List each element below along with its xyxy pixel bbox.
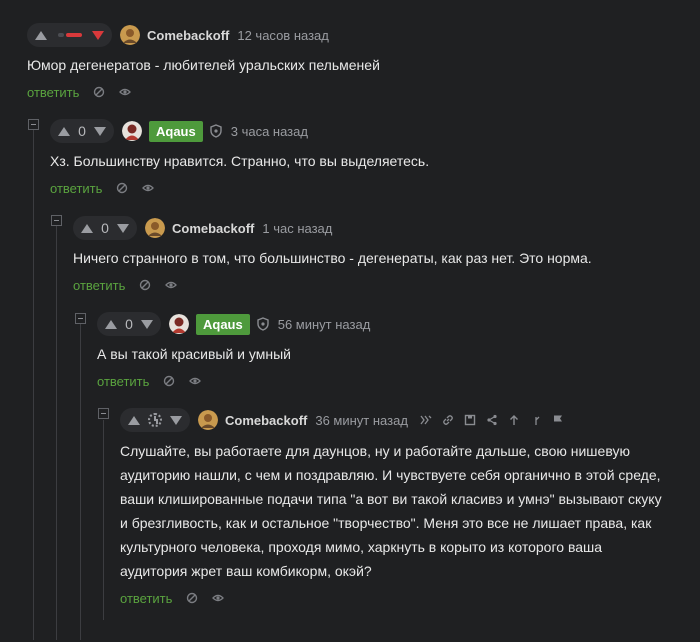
- comment-toolbar: [420, 414, 564, 426]
- timestamp[interactable]: 3 часа назад: [231, 124, 308, 139]
- comment-text: А вы такой красивый и умный: [97, 346, 291, 362]
- upvote-button[interactable]: [80, 221, 94, 235]
- collapse-button[interactable]: [98, 408, 109, 419]
- thread-line: [56, 226, 57, 640]
- report-flag-icon[interactable]: [552, 414, 564, 426]
- avatar[interactable]: [198, 410, 218, 430]
- reply-link[interactable]: ответить: [97, 374, 149, 389]
- upvote-button[interactable]: [57, 124, 71, 138]
- downvote-button[interactable]: [91, 28, 105, 42]
- collapse-button[interactable]: [75, 313, 86, 324]
- avatar[interactable]: [120, 25, 140, 45]
- author-name[interactable]: Aqaus: [149, 120, 203, 142]
- collapse-button[interactable]: [51, 215, 62, 226]
- upvote-button[interactable]: [34, 28, 48, 42]
- shield-icon: [209, 124, 223, 138]
- comment: 0 Aqaus 3 часа назад Хз. Большинству нра…: [50, 117, 690, 198]
- timestamp[interactable]: 56 минут назад: [278, 317, 371, 332]
- upvote-button[interactable]: [127, 413, 141, 427]
- downvote-button[interactable]: [140, 317, 154, 331]
- avatar[interactable]: [122, 121, 142, 141]
- shield-icon: [256, 317, 270, 331]
- hide-icon[interactable]: [116, 182, 128, 194]
- reply-link[interactable]: ответить: [73, 278, 125, 293]
- comment-text-line: культурного человека, проходя мимо, харк…: [120, 539, 603, 555]
- rating-control: [120, 408, 190, 432]
- avatar[interactable]: [169, 314, 189, 334]
- comment: Comebackoff 12 часов назад Юмор дегенера…: [27, 21, 687, 102]
- comment: 0 Comebackoff 1 час назад Ничего странно…: [73, 214, 688, 295]
- score: 0: [125, 316, 133, 332]
- score: 0: [101, 220, 109, 236]
- hide-icon[interactable]: [93, 86, 105, 98]
- hide-icon[interactable]: [186, 592, 198, 604]
- rating-control: 0: [73, 216, 137, 240]
- eye-icon[interactable]: [119, 86, 132, 98]
- branch-icon[interactable]: [530, 414, 542, 426]
- collapse-tree-icon[interactable]: [420, 414, 432, 426]
- rating-control: [27, 23, 112, 47]
- comment: Comebackoff 36 минут назад Слушайте, вы …: [120, 406, 695, 608]
- comment: 0 Aqaus 56 минут назад А вы такой красив…: [97, 310, 687, 391]
- author-name[interactable]: Comebackoff: [147, 28, 229, 43]
- timestamp[interactable]: 12 часов назад: [237, 28, 329, 43]
- thread-line: [33, 130, 34, 640]
- thread-line: [103, 420, 104, 620]
- clock-icon: [148, 413, 162, 427]
- comment-text: Слушайте, вы работаете для даунцов, ну и…: [120, 439, 695, 583]
- comment-text: Юмор дегенератов - любителей уральских п…: [27, 57, 380, 73]
- avatar[interactable]: [145, 218, 165, 238]
- rating-control: 0: [50, 119, 114, 143]
- downvote-button[interactable]: [169, 413, 183, 427]
- collapse-button[interactable]: [28, 119, 39, 130]
- share-icon[interactable]: [486, 414, 498, 426]
- comment-text-line: Слушайте, вы работаете для даунцов, ну и…: [120, 443, 630, 459]
- upvote-button[interactable]: [104, 317, 118, 331]
- comment-text-line: ваши клишированные подачи типа "а вот ви…: [120, 491, 662, 507]
- timestamp[interactable]: 1 час назад: [262, 221, 332, 236]
- reply-link[interactable]: ответить: [120, 591, 172, 606]
- eye-icon[interactable]: [212, 592, 225, 604]
- comment-text-line: аудитория жрет ваш комбикорм, окэй?: [120, 563, 372, 579]
- hide-icon[interactable]: [139, 279, 151, 291]
- downvote-button[interactable]: [116, 221, 130, 235]
- eye-icon[interactable]: [142, 182, 155, 194]
- comment-text-line: аудиторию нашли, с чем и поздравляю. И ч…: [120, 467, 661, 483]
- rating-bar: [57, 33, 82, 37]
- comment-text: Ничего странного в том, что большинство …: [73, 250, 592, 266]
- eye-icon[interactable]: [165, 279, 178, 291]
- author-name[interactable]: Aqaus: [196, 313, 250, 335]
- eye-icon[interactable]: [189, 375, 202, 387]
- thread-line: [80, 324, 81, 640]
- score: 0: [78, 123, 86, 139]
- hide-icon[interactable]: [163, 375, 175, 387]
- link-icon[interactable]: [442, 414, 454, 426]
- rating-control: 0: [97, 312, 161, 336]
- timestamp[interactable]: 36 минут назад: [315, 413, 408, 428]
- reply-link[interactable]: ответить: [50, 181, 102, 196]
- arrow-up-icon[interactable]: [508, 414, 520, 426]
- author-name[interactable]: Comebackoff: [225, 413, 307, 428]
- comment-text: Хз. Большинству нравится. Странно, что в…: [50, 153, 430, 169]
- downvote-button[interactable]: [93, 124, 107, 138]
- author-name[interactable]: Comebackoff: [172, 221, 254, 236]
- comment-text-line: и брезгливость, как и остальное "творчес…: [120, 515, 652, 531]
- reply-link[interactable]: ответить: [27, 85, 79, 100]
- save-icon[interactable]: [464, 414, 476, 426]
